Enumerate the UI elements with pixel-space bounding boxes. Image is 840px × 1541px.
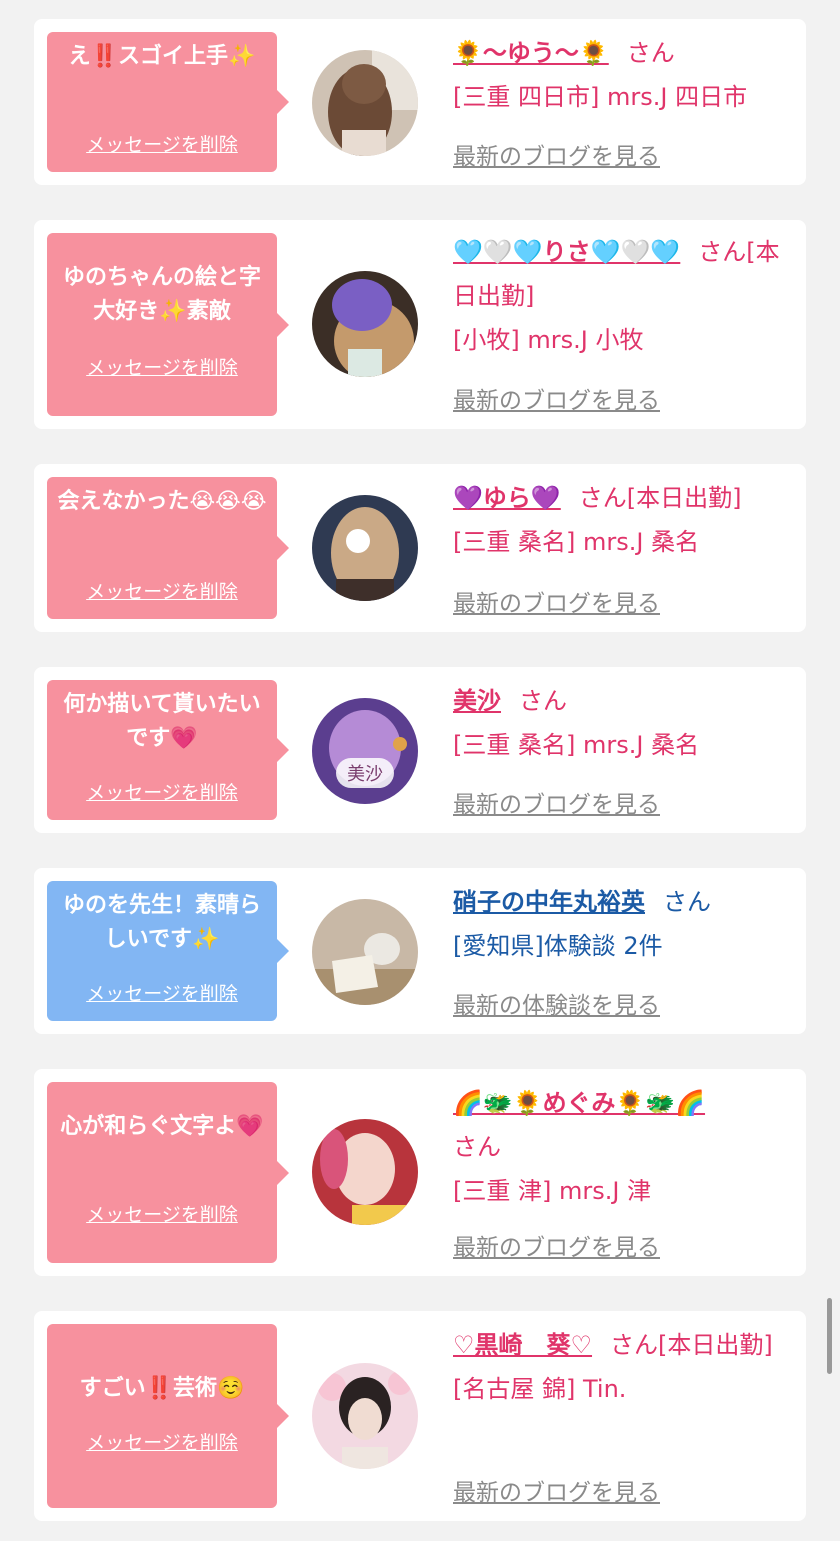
avatar[interactable] xyxy=(312,1363,418,1469)
message-text: 何か描いて貰いたいです💗 xyxy=(63,692,261,751)
message-text: 心が和らぐ文字よ💗 xyxy=(60,1114,264,1139)
author-info: 🩵🤍🩵りさ🩵🤍🩵 さん[本日出勤] [小牧] mrs.J 小牧 xyxy=(453,230,793,362)
author-info: 🌻〜ゆう〜🌻 さん [三重 四日市] mrs.J 四日市 xyxy=(453,31,793,119)
avatar-image xyxy=(312,50,418,156)
avatar-image xyxy=(312,271,418,377)
avatar-image xyxy=(312,495,418,601)
latest-blog-link[interactable]: 最新のブログを見る xyxy=(453,785,660,819)
delete-message-link[interactable]: メッセージを削除 xyxy=(47,130,277,157)
honorific: さん xyxy=(626,39,675,67)
avatar-image xyxy=(312,899,418,1005)
delete-message-link[interactable]: メッセージを削除 xyxy=(47,1200,277,1227)
latest-blog-link[interactable]: 最新のブログを見る xyxy=(453,584,660,618)
message-list: え‼️スゴイ上手✨ メッセージを削除 🌻〜ゆう〜🌻 さん [三重 四日市] mrs… xyxy=(0,0,840,1541)
message-text: 会えなかった😭😭😭 xyxy=(57,489,267,514)
author-info: ♡黒崎 葵♡ さん[本日出勤] [名古屋 錦] Tin. xyxy=(453,1323,793,1411)
status-badge: [本日出勤] xyxy=(626,484,742,512)
delete-message-link[interactable]: メッセージを削除 xyxy=(47,577,277,604)
message-bubble: 会えなかった😭😭😭 メッセージを削除 xyxy=(47,477,289,619)
message-card: ゆのを先生！素晴らしいです✨ メッセージを削除 硝子の中年丸裕英 さん [愛知県]… xyxy=(34,868,806,1034)
shop-label: [三重 津] mrs.J 津 xyxy=(453,1177,652,1205)
message-text: すごい‼️芸術☺️ xyxy=(79,1376,245,1401)
message-bubble: 心が和らぐ文字よ💗 メッセージを削除 xyxy=(47,1082,289,1263)
author-info: 💜ゆら💜 さん[本日出勤] [三重 桑名] mrs.J 桑名 xyxy=(453,476,793,564)
shop-label: [三重 桑名] mrs.J 桑名 xyxy=(453,528,700,556)
avatar-image xyxy=(312,1363,418,1469)
message-bubble: え‼️スゴイ上手✨ メッセージを削除 xyxy=(47,32,289,172)
message-bubble: ゆのちゃんの絵と字大好き✨素敵 メッセージを削除 xyxy=(47,233,289,416)
honorific: さん xyxy=(663,888,711,916)
author-info: 美沙 さん [三重 桑名] mrs.J 桑名 xyxy=(453,679,793,767)
delete-message-link[interactable]: メッセージを削除 xyxy=(47,353,277,380)
honorific: さん xyxy=(453,1133,501,1161)
author-info: 硝子の中年丸裕英 さん [愛知県]体験談 2件 xyxy=(453,880,793,968)
avatar[interactable] xyxy=(312,271,418,377)
avatar[interactable] xyxy=(312,1119,418,1225)
avatar-image: 美沙 xyxy=(312,698,418,804)
avatar[interactable]: 美沙 xyxy=(312,698,418,804)
shop-label: [三重 四日市] mrs.J 四日市 xyxy=(453,83,748,111)
shop-label: [名古屋 錦] Tin. xyxy=(453,1375,627,1403)
message-card: 何か描いて貰いたいです💗 メッセージを削除 美沙 美沙 さん [三重 桑名] mr… xyxy=(34,667,806,833)
honorific: さん xyxy=(519,687,567,715)
latest-review-link[interactable]: 最新の体験談を見る xyxy=(453,986,660,1020)
latest-blog-link[interactable]: 最新のブログを見る xyxy=(453,137,660,171)
latest-blog-link[interactable]: 最新のブログを見る xyxy=(453,1228,660,1262)
message-bubble: すごい‼️芸術☺️ メッセージを削除 xyxy=(47,1324,289,1508)
message-bubble: 何か描いて貰いたいです💗 メッセージを削除 xyxy=(47,680,289,820)
scrollbar-thumb[interactable] xyxy=(827,1298,832,1374)
message-text: ゆのちゃんの絵と字大好き✨素敵 xyxy=(62,265,261,324)
author-name-link[interactable]: 硝子の中年丸裕英 xyxy=(453,888,645,916)
avatar-badge-text: 美沙 xyxy=(347,764,383,785)
message-text: え‼️スゴイ上手✨ xyxy=(68,44,256,69)
author-name-link[interactable]: 🌈🐲🌻めぐみ🌻🐲🌈 xyxy=(453,1089,705,1117)
author-info: 🌈🐲🌻めぐみ🌻🐲🌈 さん [三重 津] mrs.J 津 xyxy=(453,1081,793,1213)
author-name-link[interactable]: ♡黒崎 葵♡ xyxy=(453,1331,592,1359)
message-card: ゆのちゃんの絵と字大好き✨素敵 メッセージを削除 🩵🤍🩵りさ🩵🤍🩵 さん[本日出勤… xyxy=(34,220,806,429)
delete-message-link[interactable]: メッセージを削除 xyxy=(47,778,277,805)
shop-label: [小牧] mrs.J 小牧 xyxy=(453,326,644,354)
shop-label: [三重 桑名] mrs.J 桑名 xyxy=(453,731,700,759)
delete-message-link[interactable]: メッセージを削除 xyxy=(47,1428,277,1455)
message-bubble: ゆのを先生！素晴らしいです✨ メッセージを削除 xyxy=(47,881,289,1021)
delete-message-link[interactable]: メッセージを削除 xyxy=(47,979,277,1006)
avatar-image xyxy=(312,1119,418,1225)
latest-blog-link[interactable]: 最新のブログを見る xyxy=(453,1473,660,1507)
avatar[interactable] xyxy=(312,50,418,156)
avatar[interactable] xyxy=(312,899,418,1005)
avatar[interactable] xyxy=(312,495,418,601)
latest-blog-link[interactable]: 最新のブログを見る xyxy=(453,381,660,415)
honorific: さん xyxy=(578,484,627,512)
message-text: ゆのを先生！素晴らしいです✨ xyxy=(62,893,261,952)
status-badge: [本日出勤] xyxy=(658,1331,773,1359)
author-name-link[interactable]: 💜ゆら💜 xyxy=(453,484,561,512)
shop-label: [愛知県]体験談 2件 xyxy=(453,932,663,960)
message-card: 会えなかった😭😭😭 メッセージを削除 💜ゆら💜 さん[本日出勤] [三重 桑名] … xyxy=(34,464,806,632)
honorific: さん xyxy=(698,238,747,266)
message-card: すごい‼️芸術☺️ メッセージを削除 ♡黒崎 葵♡ さん[本日出勤] [名古屋 錦… xyxy=(34,1311,806,1521)
author-name-link[interactable]: 🩵🤍🩵りさ🩵🤍🩵 xyxy=(453,238,680,266)
message-card: 心が和らぐ文字よ💗 メッセージを削除 🌈🐲🌻めぐみ🌻🐲🌈 さん [三重 津] mr… xyxy=(34,1069,806,1276)
author-name-link[interactable]: 美沙 xyxy=(453,687,501,715)
message-card: え‼️スゴイ上手✨ メッセージを削除 🌻〜ゆう〜🌻 さん [三重 四日市] mrs… xyxy=(34,19,806,185)
author-name-link[interactable]: 🌻〜ゆう〜🌻 xyxy=(453,39,609,67)
honorific: さん xyxy=(610,1331,659,1359)
